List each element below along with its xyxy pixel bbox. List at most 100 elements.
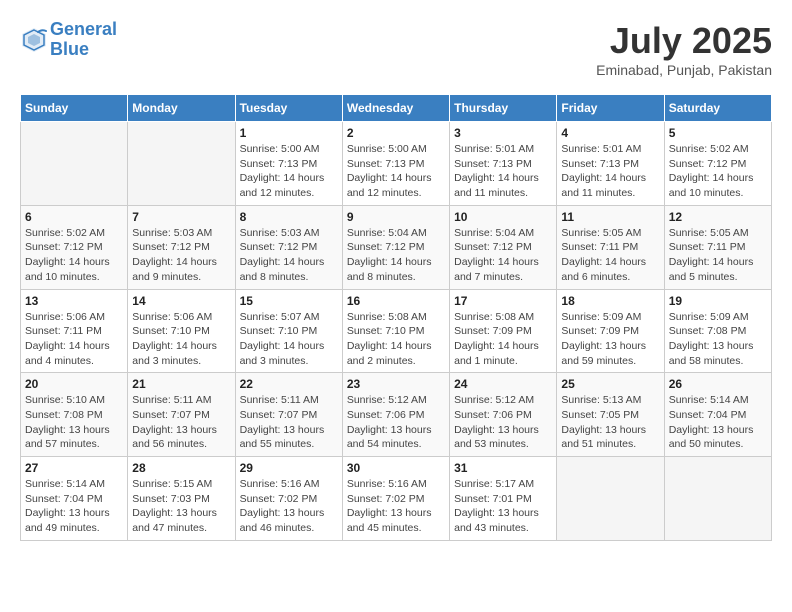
- day-number: 24: [454, 377, 552, 391]
- day-number: 16: [347, 294, 445, 308]
- day-number: 20: [25, 377, 123, 391]
- day-detail: Sunrise: 5:01 AM Sunset: 7:13 PM Dayligh…: [454, 142, 552, 201]
- calendar-cell: 23 Sunrise: 5:12 AM Sunset: 7:06 PM Dayli…: [342, 373, 449, 457]
- calendar-cell: 24 Sunrise: 5:12 AM Sunset: 7:06 PM Dayli…: [450, 373, 557, 457]
- day-detail: Sunrise: 5:04 AM Sunset: 7:12 PM Dayligh…: [347, 226, 445, 285]
- day-detail: Sunrise: 5:08 AM Sunset: 7:09 PM Dayligh…: [454, 310, 552, 369]
- day-detail: Sunrise: 5:14 AM Sunset: 7:04 PM Dayligh…: [669, 393, 767, 452]
- day-detail: Sunrise: 5:12 AM Sunset: 7:06 PM Dayligh…: [454, 393, 552, 452]
- day-number: 1: [240, 126, 338, 140]
- day-detail: Sunrise: 5:17 AM Sunset: 7:01 PM Dayligh…: [454, 477, 552, 536]
- day-detail: Sunrise: 5:02 AM Sunset: 7:12 PM Dayligh…: [669, 142, 767, 201]
- day-number: 23: [347, 377, 445, 391]
- day-detail: Sunrise: 5:14 AM Sunset: 7:04 PM Dayligh…: [25, 477, 123, 536]
- calendar-cell: 20Sunrise: 5:10 AM Sunset: 7:08 PM Dayli…: [21, 373, 128, 457]
- calendar-cell: 8 Sunrise: 5:03 AM Sunset: 7:12 PM Daylig…: [235, 205, 342, 289]
- day-detail: Sunrise: 5:04 AM Sunset: 7:12 PM Dayligh…: [454, 226, 552, 285]
- calendar-cell: 22 Sunrise: 5:11 AM Sunset: 7:07 PM Dayli…: [235, 373, 342, 457]
- day-detail: Sunrise: 5:03 AM Sunset: 7:12 PM Dayligh…: [132, 226, 230, 285]
- calendar-cell: 15 Sunrise: 5:07 AM Sunset: 7:10 PM Dayli…: [235, 289, 342, 373]
- calendar-cell: [21, 122, 128, 206]
- day-number: 30: [347, 461, 445, 475]
- calendar-cell: 6 Sunrise: 5:02 AM Sunset: 7:12 PM Daylig…: [21, 205, 128, 289]
- logo-blue: Blue: [50, 39, 89, 59]
- calendar-cell: 26 Sunrise: 5:14 AM Sunset: 7:04 PM Dayli…: [664, 373, 771, 457]
- calendar-cell: 29 Sunrise: 5:16 AM Sunset: 7:02 PM Dayli…: [235, 457, 342, 541]
- day-detail: Sunrise: 5:05 AM Sunset: 7:11 PM Dayligh…: [669, 226, 767, 285]
- week-row-4: 20Sunrise: 5:10 AM Sunset: 7:08 PM Dayli…: [21, 373, 772, 457]
- day-detail: Sunrise: 5:00 AM Sunset: 7:13 PM Dayligh…: [240, 142, 338, 201]
- day-detail: Sunrise: 5:15 AM Sunset: 7:03 PM Dayligh…: [132, 477, 230, 536]
- day-detail: Sunrise: 5:11 AM Sunset: 7:07 PM Dayligh…: [240, 393, 338, 452]
- calendar-cell: 30Sunrise: 5:16 AM Sunset: 7:02 PM Dayli…: [342, 457, 449, 541]
- day-number: 14: [132, 294, 230, 308]
- calendar-cell: 4 Sunrise: 5:01 AM Sunset: 7:13 PM Daylig…: [557, 122, 664, 206]
- calendar-cell: 12 Sunrise: 5:05 AM Sunset: 7:11 PM Dayli…: [664, 205, 771, 289]
- day-number: 26: [669, 377, 767, 391]
- page-header: General Blue July 2025 Eminabad, Punjab,…: [20, 20, 772, 78]
- day-number: 12: [669, 210, 767, 224]
- day-number: 7: [132, 210, 230, 224]
- calendar-cell: 14Sunrise: 5:06 AM Sunset: 7:10 PM Dayli…: [128, 289, 235, 373]
- col-header-tuesday: Tuesday: [235, 95, 342, 122]
- col-header-thursday: Thursday: [450, 95, 557, 122]
- col-header-saturday: Saturday: [664, 95, 771, 122]
- calendar-cell: [664, 457, 771, 541]
- calendar-table: SundayMondayTuesdayWednesdayThursdayFrid…: [20, 94, 772, 541]
- day-number: 22: [240, 377, 338, 391]
- day-number: 21: [132, 377, 230, 391]
- calendar-cell: 11 Sunrise: 5:05 AM Sunset: 7:11 PM Dayli…: [557, 205, 664, 289]
- day-number: 25: [561, 377, 659, 391]
- week-row-2: 6 Sunrise: 5:02 AM Sunset: 7:12 PM Daylig…: [21, 205, 772, 289]
- calendar-cell: 19Sunrise: 5:09 AM Sunset: 7:08 PM Dayli…: [664, 289, 771, 373]
- day-number: 8: [240, 210, 338, 224]
- month-title: July 2025: [596, 20, 772, 62]
- day-number: 10: [454, 210, 552, 224]
- day-number: 11: [561, 210, 659, 224]
- calendar-cell: 2Sunrise: 5:00 AM Sunset: 7:13 PM Daylig…: [342, 122, 449, 206]
- calendar-cell: 27 Sunrise: 5:14 AM Sunset: 7:04 PM Dayli…: [21, 457, 128, 541]
- day-detail: Sunrise: 5:07 AM Sunset: 7:10 PM Dayligh…: [240, 310, 338, 369]
- logo: General Blue: [20, 20, 117, 60]
- calendar-cell: 9 Sunrise: 5:04 AM Sunset: 7:12 PM Daylig…: [342, 205, 449, 289]
- day-number: 17: [454, 294, 552, 308]
- week-row-5: 27 Sunrise: 5:14 AM Sunset: 7:04 PM Dayli…: [21, 457, 772, 541]
- col-header-wednesday: Wednesday: [342, 95, 449, 122]
- day-detail: Sunrise: 5:01 AM Sunset: 7:13 PM Dayligh…: [561, 142, 659, 201]
- day-detail: Sunrise: 5:16 AM Sunset: 7:02 PM Dayligh…: [240, 477, 338, 536]
- day-number: 3: [454, 126, 552, 140]
- day-detail: Sunrise: 5:03 AM Sunset: 7:12 PM Dayligh…: [240, 226, 338, 285]
- day-detail: Sunrise: 5:02 AM Sunset: 7:12 PM Dayligh…: [25, 226, 123, 285]
- day-number: 4: [561, 126, 659, 140]
- day-number: 27: [25, 461, 123, 475]
- day-detail: Sunrise: 5:00 AM Sunset: 7:13 PM Dayligh…: [347, 142, 445, 201]
- calendar-cell: 5 Sunrise: 5:02 AM Sunset: 7:12 PM Daylig…: [664, 122, 771, 206]
- day-number: 28: [132, 461, 230, 475]
- day-number: 5: [669, 126, 767, 140]
- day-detail: Sunrise: 5:11 AM Sunset: 7:07 PM Dayligh…: [132, 393, 230, 452]
- day-number: 29: [240, 461, 338, 475]
- day-number: 9: [347, 210, 445, 224]
- calendar-cell: [557, 457, 664, 541]
- day-number: 15: [240, 294, 338, 308]
- day-number: 19: [669, 294, 767, 308]
- title-block: July 2025 Eminabad, Punjab, Pakistan: [596, 20, 772, 78]
- calendar-cell: 21 Sunrise: 5:11 AM Sunset: 7:07 PM Dayli…: [128, 373, 235, 457]
- calendar-cell: 28 Sunrise: 5:15 AM Sunset: 7:03 PM Dayli…: [128, 457, 235, 541]
- calendar-cell: 3 Sunrise: 5:01 AM Sunset: 7:13 PM Daylig…: [450, 122, 557, 206]
- day-detail: Sunrise: 5:12 AM Sunset: 7:06 PM Dayligh…: [347, 393, 445, 452]
- day-number: 6: [25, 210, 123, 224]
- calendar-cell: 10 Sunrise: 5:04 AM Sunset: 7:12 PM Dayli…: [450, 205, 557, 289]
- calendar-cell: 16Sunrise: 5:08 AM Sunset: 7:10 PM Dayli…: [342, 289, 449, 373]
- calendar-cell: 17 Sunrise: 5:08 AM Sunset: 7:09 PM Dayli…: [450, 289, 557, 373]
- logo-icon: [20, 26, 48, 54]
- day-number: 13: [25, 294, 123, 308]
- calendar-cell: 31Sunrise: 5:17 AM Sunset: 7:01 PM Dayli…: [450, 457, 557, 541]
- day-detail: Sunrise: 5:13 AM Sunset: 7:05 PM Dayligh…: [561, 393, 659, 452]
- col-header-friday: Friday: [557, 95, 664, 122]
- calendar-cell: 18Sunrise: 5:09 AM Sunset: 7:09 PM Dayli…: [557, 289, 664, 373]
- calendar-cell: [128, 122, 235, 206]
- day-detail: Sunrise: 5:05 AM Sunset: 7:11 PM Dayligh…: [561, 226, 659, 285]
- col-header-sunday: Sunday: [21, 95, 128, 122]
- calendar-cell: 7 Sunrise: 5:03 AM Sunset: 7:12 PM Daylig…: [128, 205, 235, 289]
